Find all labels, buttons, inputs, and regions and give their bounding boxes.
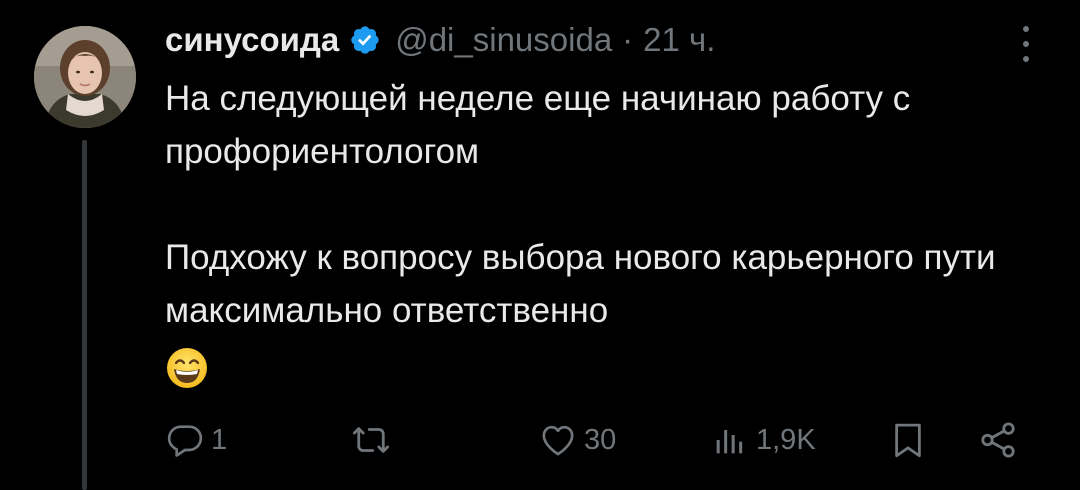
share-icon <box>977 419 1019 461</box>
author-display-name[interactable]: синусоида <box>165 21 339 59</box>
heart-icon <box>538 420 578 460</box>
reply-icon <box>165 420 205 460</box>
share-button[interactable] <box>977 415 1019 465</box>
author-handle[interactable]: @di_sinusoida <box>395 21 612 59</box>
reply-count: 1 <box>211 423 228 456</box>
retweet-button[interactable] <box>350 415 398 465</box>
more-vertical-icon[interactable] <box>1020 26 1032 62</box>
reply-button[interactable]: 1 <box>165 415 227 465</box>
verified-badge-icon <box>349 24 381 56</box>
separator-dot: · <box>622 21 634 58</box>
retweet-icon <box>350 419 392 461</box>
views-button[interactable]: 1,9K <box>710 415 816 465</box>
tweet-text: На следующей неделе еще начинаю работу с… <box>165 72 1065 390</box>
bookmark-icon <box>887 419 929 461</box>
like-count: 30 <box>584 423 617 456</box>
views-count: 1,9K <box>756 423 816 456</box>
tweet-timestamp[interactable]: 21 ч. <box>643 21 715 59</box>
tweet-actions-bar: 1 30 1,9K <box>165 415 1045 465</box>
tweet-paragraph-2: Подхожу к вопросу выбора нового карьерно… <box>165 238 996 330</box>
grinning-face-emoji-icon <box>165 346 209 390</box>
like-button[interactable]: 30 <box>538 415 616 465</box>
user-avatar-image <box>34 26 136 128</box>
thread-line <box>82 140 87 490</box>
avatar[interactable] <box>34 26 136 128</box>
bookmark-button[interactable] <box>887 415 929 465</box>
tweet-paragraph-1: На следующей неделе еще начинаю работу с… <box>165 79 911 171</box>
views-icon <box>710 420 750 460</box>
tweet-header: синусоида @di_sinusoida · 21 ч. <box>165 16 715 64</box>
